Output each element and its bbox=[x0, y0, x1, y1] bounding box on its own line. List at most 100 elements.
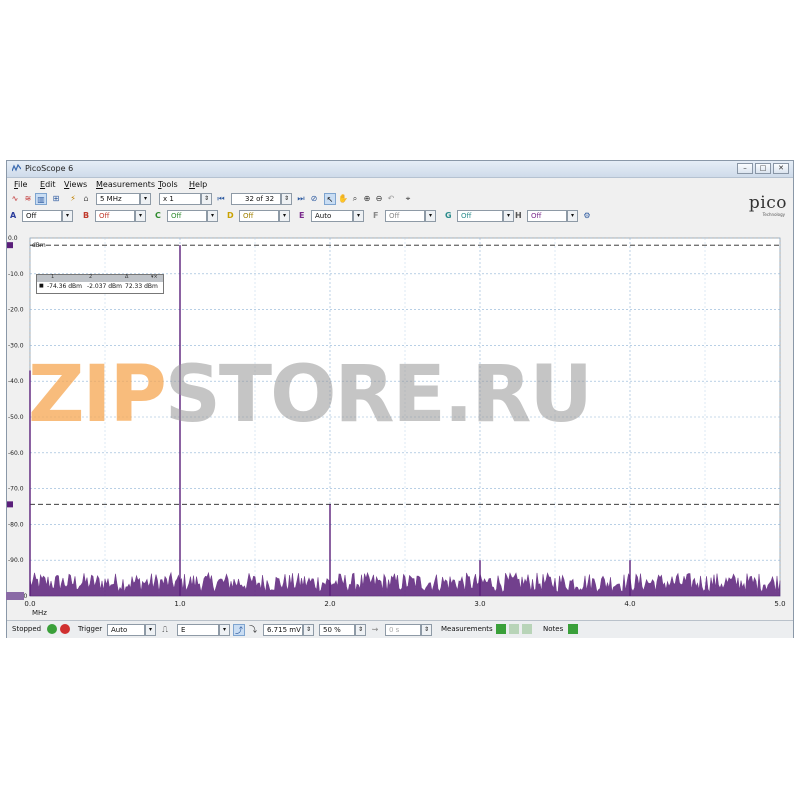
menu-help[interactable]: Help bbox=[189, 180, 207, 189]
trigger-source-dropdown[interactable]: ▾ bbox=[219, 624, 230, 636]
first-buffer-icon[interactable]: ⏮ bbox=[215, 193, 227, 205]
pico-logo: pico bbox=[748, 193, 787, 213]
y-tick-label: -20.0 bbox=[8, 307, 24, 314]
y-tick-label: -30.0 bbox=[8, 342, 24, 349]
channel-f-range[interactable]: Off bbox=[385, 210, 425, 222]
pretrigger-field[interactable]: 50 % bbox=[319, 624, 355, 636]
buffer-navigator[interactable]: 32 of 32 bbox=[231, 193, 281, 205]
channel-a-range[interactable]: Off bbox=[22, 210, 62, 222]
minimize-button[interactable]: – bbox=[737, 163, 753, 174]
next-buffer-icon[interactable]: ⏭ bbox=[295, 193, 307, 205]
edit-measurement-icon[interactable] bbox=[509, 624, 519, 634]
pointer-tool-icon[interactable]: ↖ bbox=[324, 193, 336, 205]
x-tick-label: 1.0 bbox=[174, 600, 185, 608]
channel-g-dropdown[interactable]: ▾ bbox=[503, 210, 514, 222]
buffer-overview-icon[interactable]: ⊘ bbox=[308, 193, 320, 205]
notes-toggle-icon[interactable] bbox=[568, 624, 578, 634]
home-icon[interactable]: ⌂ bbox=[80, 193, 92, 205]
menu-file[interactable]: File bbox=[14, 180, 27, 189]
buffer-total: of 32 bbox=[256, 195, 275, 203]
menu-views[interactable]: Views bbox=[64, 180, 87, 189]
trigger-mode-dropdown[interactable]: ▾ bbox=[145, 624, 156, 636]
channel-f-dropdown[interactable]: ▾ bbox=[425, 210, 436, 222]
y-tick-label: -10.0 bbox=[8, 271, 24, 278]
start-button[interactable] bbox=[47, 624, 57, 634]
zoom-overview-icon[interactable]: ⌖ bbox=[402, 193, 414, 205]
channel-d-range[interactable]: Off bbox=[239, 210, 279, 222]
channel-options-icon[interactable]: ⚙ bbox=[581, 210, 593, 222]
cursor-table-menu-icon[interactable]: ▾× bbox=[151, 274, 158, 280]
channel-f-label: F bbox=[373, 211, 379, 220]
channel-h-dropdown[interactable]: ▾ bbox=[567, 210, 578, 222]
y-tick-label: -80.0 bbox=[8, 521, 24, 528]
trigger-delay-stepper[interactable]: ⇕ bbox=[421, 624, 432, 636]
channel-d-label: D bbox=[227, 211, 234, 220]
channel-e-range[interactable]: Auto bbox=[311, 210, 353, 222]
channel-b-label: B bbox=[83, 211, 90, 220]
trigger-delay-field[interactable]: 0 s bbox=[385, 624, 421, 636]
post-trigger-icon[interactable]: ⇝ bbox=[369, 624, 381, 636]
channels-icon[interactable]: ⊞ bbox=[50, 193, 62, 205]
frequency-range-field[interactable]: 5 MHz bbox=[96, 193, 140, 205]
advanced-trigger-icon[interactable]: ⎍ bbox=[159, 624, 171, 636]
measurements-label: Measurements bbox=[441, 625, 493, 633]
trigger-label: Trigger bbox=[78, 625, 103, 633]
close-button[interactable]: ✕ bbox=[773, 163, 789, 174]
menu-tools[interactable]: Tools bbox=[158, 180, 178, 189]
stop-button[interactable] bbox=[60, 624, 70, 634]
cursor-header-2: 2 bbox=[89, 274, 93, 280]
channel-e-label: E bbox=[299, 211, 305, 220]
title-bar: PicoScope 6 – □ ✕ bbox=[7, 161, 793, 178]
trigger-threshold-field[interactable]: 6.715 mV bbox=[263, 624, 303, 636]
persistence-mode-icon[interactable]: ≋ bbox=[22, 193, 34, 205]
channel-c-dropdown[interactable]: ▾ bbox=[207, 210, 218, 222]
menu-measurements[interactable]: Measurements bbox=[96, 180, 155, 189]
add-measurement-icon[interactable] bbox=[496, 624, 506, 634]
zoom-out-icon[interactable]: ⊖ bbox=[373, 193, 385, 205]
channel-b-dropdown[interactable]: ▾ bbox=[135, 210, 146, 222]
y-tick-label: -70.0 bbox=[8, 486, 24, 493]
hand-tool-icon[interactable]: ✋ bbox=[337, 193, 349, 205]
y-tick-label: 0.0 bbox=[8, 235, 18, 242]
signal-generator-icon[interactable]: ⚡ bbox=[67, 193, 79, 205]
trigger-source-field[interactable]: E bbox=[177, 624, 219, 636]
y-tick-label: -90.0 bbox=[8, 557, 24, 564]
zoom-stepper[interactable]: ⇕ bbox=[201, 193, 212, 205]
zoom-field[interactable]: x 1 bbox=[159, 193, 201, 205]
frequency-range-dropdown[interactable]: ▾ bbox=[140, 193, 151, 205]
channel-h-range[interactable]: Off bbox=[527, 210, 567, 222]
notes-label: Notes bbox=[543, 625, 564, 633]
trigger-threshold-stepper[interactable]: ⇕ bbox=[303, 624, 314, 636]
x-tick-label: 2.0 bbox=[324, 600, 335, 608]
channel-g-label: G bbox=[445, 211, 452, 220]
maximize-button[interactable]: □ bbox=[755, 163, 771, 174]
zoom-area-icon[interactable]: ⌕ bbox=[349, 193, 361, 205]
rising-edge-icon[interactable]: ⤴ bbox=[233, 624, 245, 636]
channel-e-dropdown[interactable]: ▾ bbox=[353, 210, 364, 222]
undo-zoom-icon[interactable]: ↶ bbox=[385, 193, 397, 205]
pretrigger-stepper[interactable]: ⇕ bbox=[355, 624, 366, 636]
scope-mode-icon[interactable]: ∿ bbox=[9, 193, 21, 205]
channel-h-label: H bbox=[515, 211, 522, 220]
channel-b-range[interactable]: Off bbox=[95, 210, 135, 222]
cursor-handle-2[interactable] bbox=[7, 501, 13, 508]
channel-a-dropdown[interactable]: ▾ bbox=[62, 210, 73, 222]
cursor-measurement-table[interactable]: 1 2 Δ ▾× ■ -74.36 dBm -2.037 dBm 72.33 d… bbox=[36, 274, 164, 294]
x-axis-unit-label: MHz bbox=[32, 609, 47, 617]
spectrum-mode-icon[interactable]: ▥ bbox=[35, 193, 47, 205]
channel-c-range[interactable]: Off bbox=[167, 210, 207, 222]
channel-d-dropdown[interactable]: ▾ bbox=[279, 210, 290, 222]
channel-g-range[interactable]: Off bbox=[457, 210, 503, 222]
reference-marker bbox=[6, 592, 24, 600]
delete-measurement-icon[interactable] bbox=[522, 624, 532, 634]
x-tick-label: 0.0 bbox=[24, 600, 35, 608]
cursor-header-delta: Δ bbox=[125, 274, 129, 280]
trigger-mode-field[interactable]: Auto bbox=[107, 624, 145, 636]
menu-edit[interactable]: Edit bbox=[40, 180, 56, 189]
zoom-in-icon[interactable]: ⊕ bbox=[361, 193, 373, 205]
status-bar: Stopped Trigger Auto ▾ ⎍ E ▾ ⤴ ⤵ 6.715 m… bbox=[7, 620, 793, 638]
cursor-handle-1[interactable] bbox=[7, 242, 13, 249]
buffer-stepper[interactable]: ⇕ bbox=[281, 193, 292, 205]
falling-edge-icon[interactable]: ⤵ bbox=[247, 624, 259, 636]
cursor-channel-swatch: ■ bbox=[39, 283, 44, 289]
